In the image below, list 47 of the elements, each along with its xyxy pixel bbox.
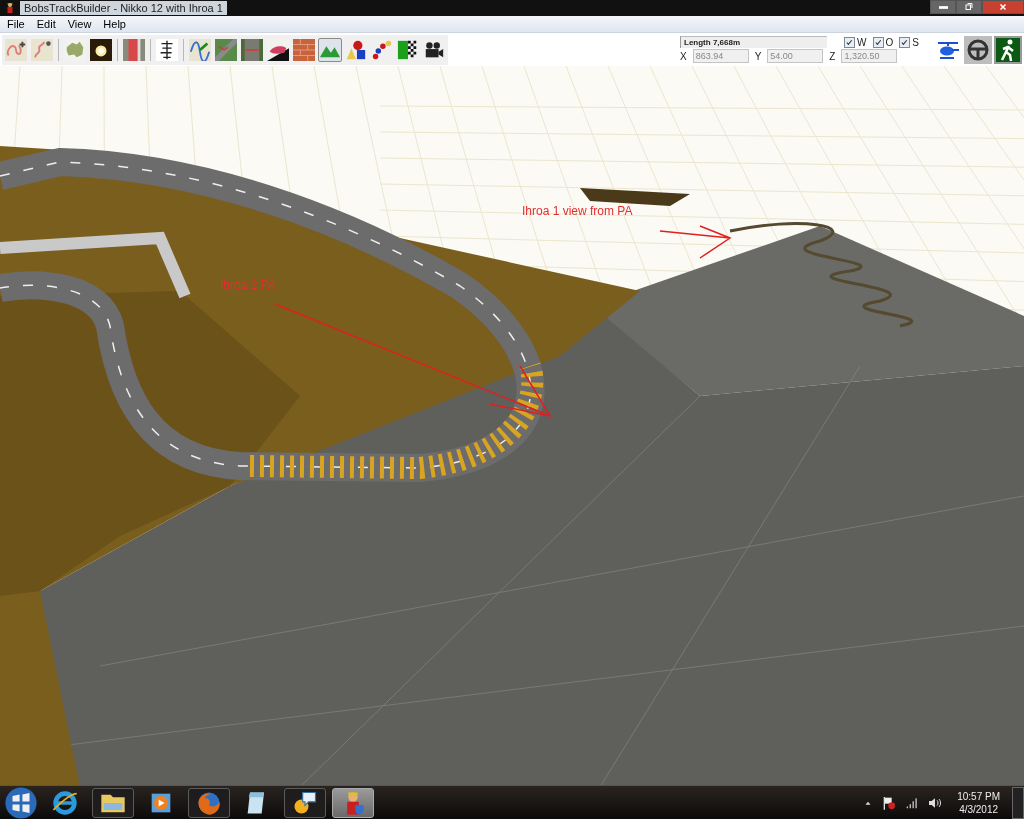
track-gear-icon bbox=[31, 38, 53, 61]
tool-button[interactable] bbox=[89, 37, 113, 62]
menu-item[interactable]: Edit bbox=[31, 18, 61, 30]
tool-button[interactable] bbox=[155, 37, 179, 62]
track-plus-icon bbox=[5, 38, 27, 61]
clock-date[interactable]: 4/3/2012 bbox=[959, 802, 999, 816]
start-button[interactable] bbox=[4, 785, 38, 819]
close-button[interactable] bbox=[982, 0, 1024, 14]
annotation-text: Ihroa 1 view from PA bbox=[522, 204, 633, 218]
sun-icon bbox=[90, 38, 112, 61]
checkbox[interactable] bbox=[844, 36, 856, 48]
steering-wheel-icon bbox=[966, 37, 990, 62]
checkbox-label: W bbox=[857, 36, 867, 48]
road-width-icon bbox=[241, 38, 263, 61]
signal-icon[interactable] bbox=[905, 795, 920, 810]
menu-item[interactable]: View bbox=[62, 18, 97, 30]
menu-item[interactable]: File bbox=[2, 18, 30, 30]
taskbar-button[interactable] bbox=[92, 787, 134, 818]
brick-wall-icon bbox=[293, 38, 315, 61]
checkered-flag-icon bbox=[397, 38, 419, 61]
coord-label: X bbox=[680, 50, 687, 62]
show-desktop-button[interactable] bbox=[1012, 786, 1024, 819]
annotation-text: Ihroa 2 PA bbox=[220, 278, 276, 292]
checkbox[interactable] bbox=[872, 36, 884, 48]
spline-icon bbox=[189, 38, 211, 61]
restore-button[interactable] bbox=[956, 0, 982, 14]
length-readout: Length 7,668m bbox=[680, 36, 827, 48]
checkbox-label: S bbox=[912, 36, 919, 48]
flag-icon[interactable] bbox=[881, 794, 898, 811]
taskbar-button[interactable] bbox=[332, 787, 374, 818]
taskbar-button[interactable] bbox=[284, 787, 326, 818]
road-strip-icon bbox=[123, 38, 145, 61]
window-title: BobsTrackBuilder - Nikko 12 with Ihroa 1 bbox=[20, 1, 227, 15]
browser-e-icon bbox=[51, 788, 79, 817]
coord-label: Z bbox=[829, 50, 836, 62]
checkbox-label: O bbox=[885, 36, 894, 48]
coord-label: Y bbox=[754, 50, 762, 62]
beads-icon bbox=[371, 38, 393, 61]
road-icon bbox=[215, 38, 237, 61]
clock-time[interactable]: 10:57 PM bbox=[957, 789, 1000, 803]
menu-item[interactable]: Help bbox=[98, 18, 131, 30]
mode-button[interactable] bbox=[964, 35, 992, 64]
checkbox[interactable] bbox=[899, 36, 911, 48]
shapes-icon bbox=[345, 38, 367, 61]
mode-button[interactable] bbox=[994, 35, 1022, 64]
minimize-icon bbox=[938, 5, 948, 9]
minimize-button[interactable] bbox=[930, 0, 956, 14]
